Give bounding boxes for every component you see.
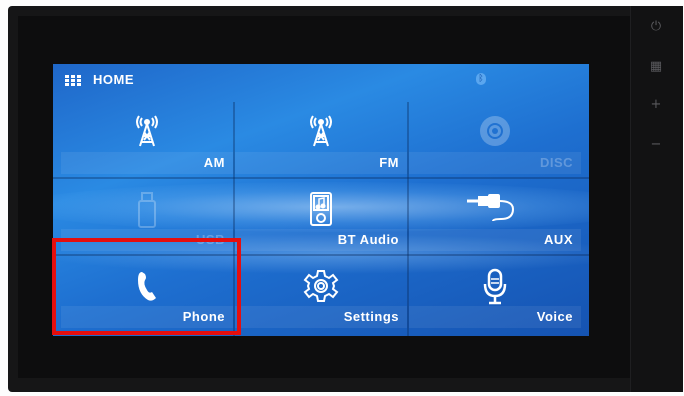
tile-aux[interactable]: AUX (409, 179, 581, 251)
tile-fm[interactable]: FM (235, 102, 407, 174)
bluetooth-icon: ᛒ (476, 73, 486, 85)
radio-tower-icon (136, 115, 158, 147)
page-title: HOME (93, 72, 134, 87)
disc-icon (480, 116, 510, 146)
highlight-box (52, 238, 241, 335)
tile-label: BT Audio (337, 232, 399, 247)
aux-cable-icon (467, 194, 515, 222)
tile-label: Settings (343, 309, 399, 324)
radio-tower-icon (310, 115, 332, 147)
power-icon[interactable]: ⏻ (645, 16, 667, 38)
microphone-icon (483, 268, 507, 305)
tile-label: FM (379, 155, 399, 170)
music-note-icon (310, 192, 332, 226)
grid-menu-hardware-icon[interactable]: ▦ (645, 56, 667, 78)
hardware-button-panel: ⏻ ▦ + − (630, 6, 683, 392)
tile-bt-audio[interactable]: BT Audio (235, 179, 407, 251)
usb-drive-icon (138, 192, 156, 228)
grid-divider (53, 177, 589, 179)
tile-label: AUX (544, 232, 573, 247)
tile-label: Voice (536, 309, 573, 324)
tile-am[interactable]: AM (61, 102, 233, 174)
tile-label: DISC (539, 155, 573, 170)
grid-divider (407, 102, 409, 336)
tile-settings[interactable]: Settings (235, 256, 407, 328)
volume-down-icon[interactable]: − (645, 134, 667, 156)
tile-voice[interactable]: Voice (409, 256, 581, 328)
tile-label: AM (203, 155, 225, 170)
tile-disc[interactable]: DISC (409, 102, 581, 174)
volume-up-icon[interactable]: + (645, 94, 667, 116)
grid-menu-icon[interactable] (65, 75, 85, 87)
gear-icon (303, 270, 339, 302)
header-bar: HOME ᛒ (53, 64, 589, 94)
